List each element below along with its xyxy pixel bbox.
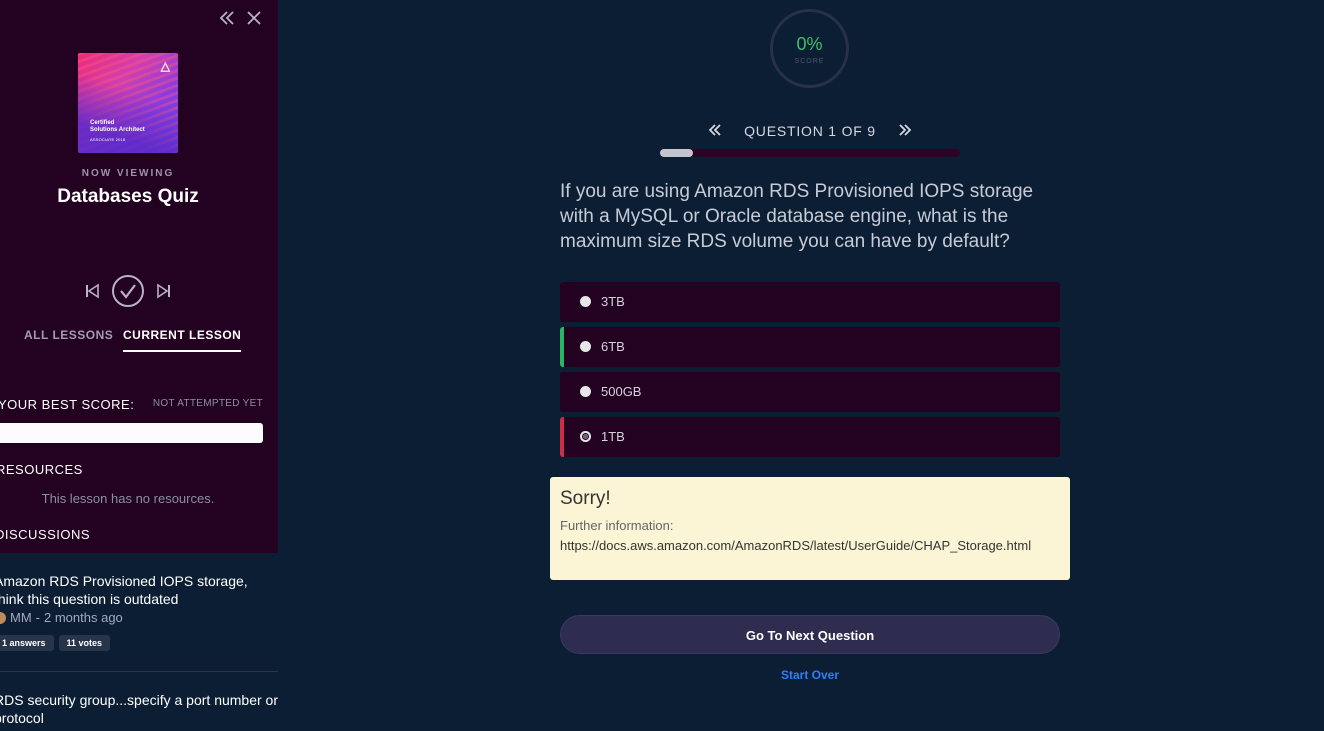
answer-label: 6TB: [601, 339, 625, 354]
score-label: SCORE: [794, 58, 825, 65]
sidebar-panel: △ Certified Solutions Architect ASSOCIAT…: [0, 0, 278, 553]
discussion-divider: [0, 671, 278, 672]
discussion-time: 2 months ago: [44, 610, 123, 625]
discussion-title[interactable]: Amazon RDS Provisioned IOPS storage, thi…: [0, 572, 278, 608]
answer-label: 1TB: [601, 429, 625, 444]
acloudguru-logo-icon: △: [160, 59, 170, 73]
answer-label: 500GB: [601, 384, 642, 399]
answer-option[interactable]: 500GB: [560, 372, 1060, 412]
next-question-button[interactable]: Go To Next Question: [560, 615, 1060, 654]
quiz-progress-fill: [660, 149, 693, 157]
answer-option-correct[interactable]: 6TB: [560, 327, 1060, 367]
now-viewing-label: NOW VIEWING: [81, 168, 175, 179]
feedback-title: Sorry!: [560, 488, 611, 509]
best-score-label: YOUR BEST SCORE:: [0, 397, 135, 412]
resources-empty-message: This lesson has no resources.: [41, 491, 215, 506]
meta-separator: -: [35, 610, 41, 625]
radio-button-selected[interactable]: [580, 431, 591, 442]
lesson-player-controls: [84, 275, 176, 307]
score-value: 0%: [796, 34, 823, 54]
best-score-status: NOT ATTEMPTED YET: [152, 398, 263, 409]
discussion-item[interactable]: RDS security group...specify a port numb…: [0, 691, 278, 727]
discussion-title[interactable]: RDS security group...specify a port numb…: [0, 691, 278, 727]
answer-label: 3TB: [601, 294, 625, 309]
radio-button[interactable]: [580, 296, 591, 307]
course-cover-image: △ Certified Solutions Architect ASSOCIAT…: [78, 53, 178, 153]
radio-button[interactable]: [580, 386, 591, 397]
question-text: If you are using Amazon RDS Provisioned …: [560, 181, 1034, 252]
discussion-badges: 1 answers 11 votes: [0, 635, 278, 651]
start-over-link[interactable]: Start Over: [560, 668, 1060, 682]
tab-current-lesson[interactable]: CURRENT LESSON: [123, 328, 242, 352]
chevron-double-right-icon[interactable]: [898, 122, 912, 143]
feedback-info-label: Further information:: [560, 518, 674, 533]
quiz-progress-bar: [660, 149, 960, 157]
discussion-item[interactable]: Amazon RDS Provisioned IOPS storage, thi…: [0, 572, 278, 651]
question-counter: QUESTION 1 OF 9: [744, 123, 876, 139]
best-score-bar: [0, 423, 263, 443]
close-icon[interactable]: [245, 9, 263, 32]
radio-button[interactable]: [580, 341, 591, 352]
resources-title: RESOURCES: [0, 462, 83, 477]
tab-all-lessons[interactable]: ALL LESSONS: [24, 328, 113, 342]
answer-option-wrong[interactable]: 1TB: [560, 417, 1060, 457]
avatar: [0, 611, 6, 624]
check-circle-icon[interactable]: [112, 275, 144, 307]
question-navigation: QUESTION 1 OF 9: [708, 121, 912, 141]
discussions-title: DISCUSSIONS: [0, 527, 91, 542]
votes-badge: 11 votes: [58, 635, 111, 651]
skip-next-icon[interactable]: [156, 283, 172, 304]
cover-title: Certified Solutions Architect: [90, 120, 145, 133]
lesson-title: Databases Quiz: [57, 186, 199, 207]
collapse-icon[interactable]: [219, 9, 235, 32]
answers-badge: 1 answers: [0, 635, 54, 651]
feedback-box: Sorry! Further information: https://docs…: [550, 477, 1070, 580]
sidebar: △ Certified Solutions Architect ASSOCIAT…: [0, 0, 278, 731]
discussion-meta: MM - 2 months ago: [0, 610, 278, 625]
skip-previous-icon[interactable]: [84, 283, 100, 304]
feedback-link[interactable]: https://docs.aws.amazon.com/AmazonRDS/la…: [560, 538, 1031, 553]
cover-subtitle: ASSOCIATE 2018: [90, 137, 126, 142]
discussion-author: MM: [10, 610, 32, 625]
answer-option[interactable]: 3TB: [560, 282, 1060, 322]
score-ring: 0% SCORE: [770, 9, 849, 88]
